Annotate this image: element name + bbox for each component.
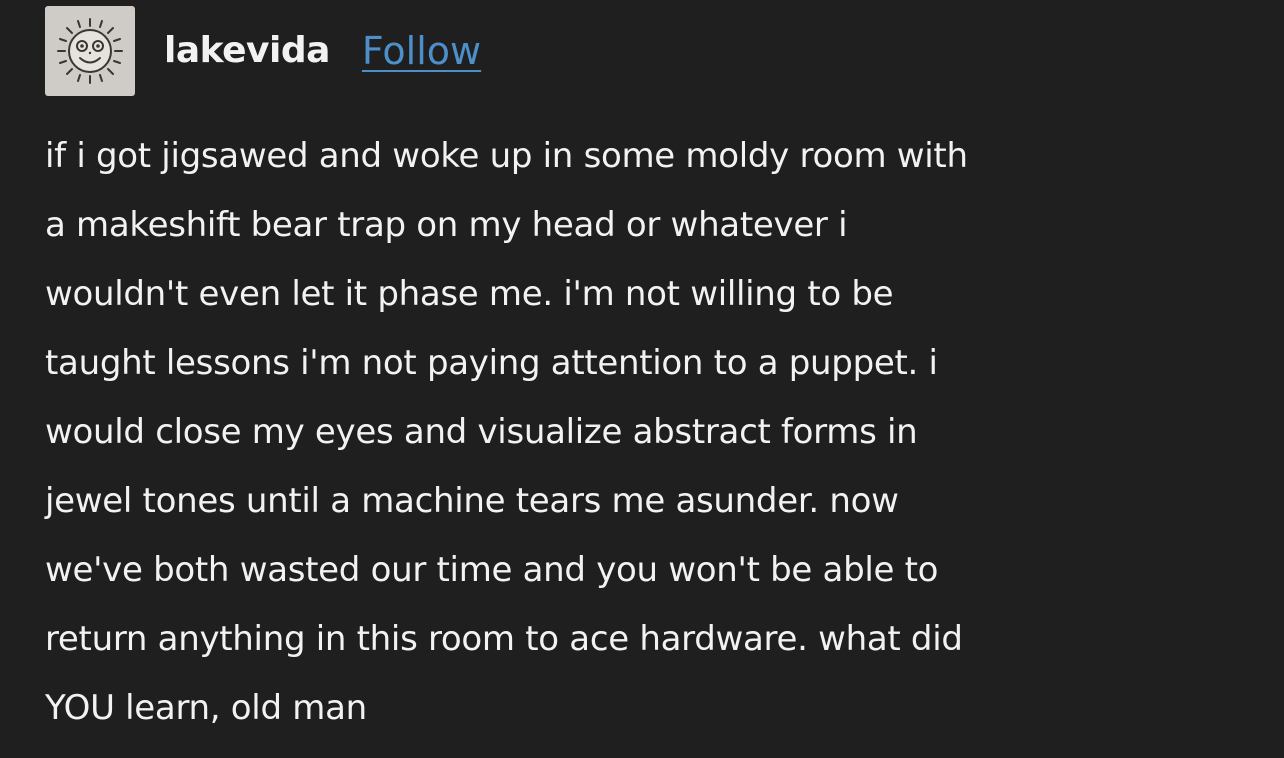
post-text-line: a makeshift bear trap on my head or what…	[45, 205, 848, 245]
username-link[interactable]: lakevida	[164, 33, 330, 69]
post-text-line: jewel tones until a machine tears me asu…	[45, 481, 899, 521]
post-text-line: we've both wasted our time and you won't…	[45, 550, 939, 590]
post-text-line: YOU learn, old man	[45, 688, 367, 728]
follow-link[interactable]: Follow	[362, 32, 481, 70]
post-text-line: taught lessons i'm not paying attention …	[45, 343, 938, 383]
post-text-line: wouldn't even let it phase me. i'm not w…	[45, 274, 894, 314]
post-text-line: return anything in this room to ace hard…	[45, 619, 963, 659]
post-text-line: would close my eyes and visualize abstra…	[45, 412, 918, 452]
avatar[interactable]	[45, 6, 135, 96]
post-header: lakevida Follow	[45, 6, 481, 96]
post-text-line: if i got jigsawed and woke up in some mo…	[45, 136, 968, 176]
smiling-sun-icon	[57, 18, 123, 84]
post-card: lakevida Follow if i got jigsawed and wo…	[0, 0, 1284, 758]
post-text: if i got jigsawed and woke up in some mo…	[45, 122, 1265, 743]
